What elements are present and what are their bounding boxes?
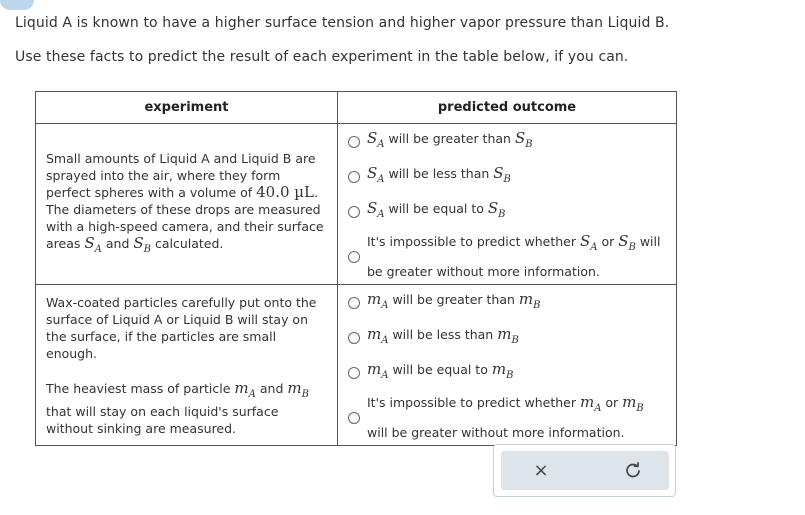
table-header-row: experiment predicted outcome [35,91,677,124]
table-row: Wax-coated particles carefully put onto … [35,284,677,446]
radio-button[interactable] [348,331,360,344]
action-toolbar: × [501,451,669,490]
table-row: Small amounts of Liquid A and Liquid B a… [35,123,677,285]
option-m-impossible[interactable]: It's impossible to predict whether mA or… [348,390,676,445]
experiment-2-text-b-block: The heaviest mass of particle mA and mB … [46,378,309,436]
corner-tab [0,0,34,10]
clear-button[interactable]: × [529,459,553,483]
experiment-2-description: Wax-coated particles carefully put onto … [35,284,338,446]
experiment-1-options: SA will be greater than SB SA will be le… [337,123,677,285]
option-sa-greater[interactable]: SA will be greater than SB [348,124,676,159]
retry-icon [626,461,640,478]
intro-line-2: Use these facts to predict the result of… [15,49,629,65]
radio-button[interactable] [348,170,360,183]
option-ma-greater[interactable]: mA will be greater than mB [348,285,676,320]
experiment-2-options: mA will be greater than mB mA will be le… [337,284,677,446]
symbol-sb: SB [133,234,151,256]
intro-line-1: Liquid A is known to have a higher surfa… [15,15,670,31]
radio-button[interactable] [348,250,360,263]
option-sa-equal[interactable]: SA will be equal to SB [348,194,676,229]
radio-button[interactable] [348,205,360,218]
radio-button[interactable] [348,296,360,309]
option-s-impossible[interactable]: It's impossible to predict whether SA or… [348,229,676,284]
experiment-1-and: and [101,236,134,251]
option-sa-less[interactable]: SA will be less than SB [348,159,676,194]
experiment-table: experiment predicted outcome Small amoun… [35,91,677,446]
symbol-mb: mB [287,378,309,400]
header-experiment: experiment [35,91,338,124]
experiment-2-text-a: Wax-coated particles carefully put onto … [46,294,317,361]
option-ma-less[interactable]: mA will be less than mB [348,320,676,355]
experiment-1-text-c: calculated. [151,236,224,251]
radio-button[interactable] [348,411,360,424]
retry-button[interactable] [621,459,645,483]
action-box: × [493,444,676,497]
symbol-sa: SA [84,234,102,256]
radio-button[interactable] [348,366,360,379]
experiment-1-description: Small amounts of Liquid A and Liquid B a… [35,123,338,285]
radio-button[interactable] [348,135,360,148]
volume-value: 40.0 µL [256,183,315,201]
symbol-ma: mA [234,378,256,400]
header-predicted-outcome: predicted outcome [337,91,677,124]
option-ma-equal[interactable]: mA will be equal to mB [348,355,676,390]
